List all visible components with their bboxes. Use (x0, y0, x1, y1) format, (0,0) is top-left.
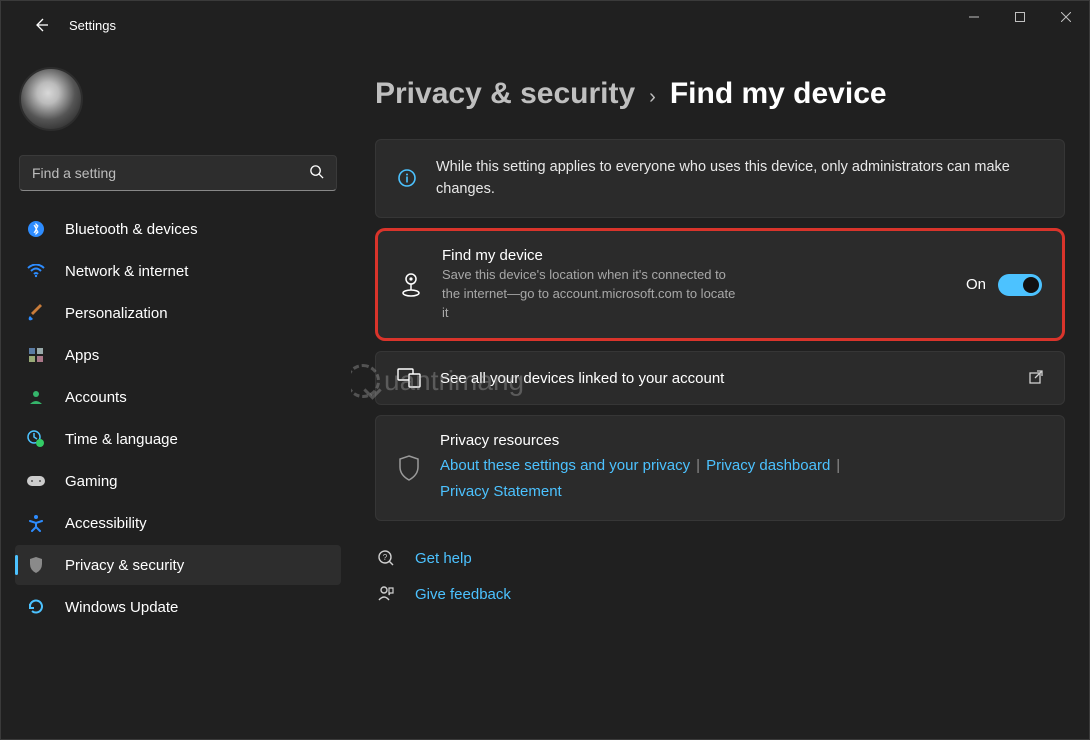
gamepad-icon (25, 470, 47, 492)
content-area: Privacy & security › Find my device Whil… (351, 49, 1089, 739)
find-my-device-toggle[interactable] (998, 274, 1042, 296)
sidebar-item-label: Apps (65, 347, 99, 364)
link-privacy-dashboard[interactable]: Privacy dashboard (706, 457, 830, 474)
sidebar-item-accessibility[interactable]: Accessibility (15, 503, 341, 543)
bluetooth-icon (25, 218, 47, 240)
sidebar-item-windows-update[interactable]: Windows Update (15, 587, 341, 627)
titlebar: Settings (1, 1, 1089, 49)
arrow-left-icon (33, 17, 49, 33)
clock-globe-icon (25, 428, 47, 450)
close-icon (1061, 12, 1071, 22)
sidebar: Bluetooth & devices Network & internet P… (1, 49, 351, 739)
back-button[interactable] (21, 5, 61, 45)
sidebar-item-label: Time & language (65, 431, 178, 448)
minimize-button[interactable] (951, 1, 997, 33)
privacy-resources-title: Privacy resources (440, 432, 1044, 449)
external-link-icon (1028, 369, 1044, 388)
help-icon: ? (375, 549, 397, 567)
get-help-label: Get help (415, 550, 472, 567)
paintbrush-icon (25, 302, 47, 324)
sidebar-item-personalization[interactable]: Personalization (15, 293, 341, 333)
sidebar-item-label: Personalization (65, 305, 168, 322)
wifi-icon (25, 260, 47, 282)
info-icon (396, 167, 418, 189)
privacy-resources-card: Privacy resources About these settings a… (375, 415, 1065, 521)
sidebar-item-apps[interactable]: Apps (15, 335, 341, 375)
breadcrumb: Privacy & security › Find my device (375, 77, 1065, 111)
linked-devices-label: See all your devices linked to your acco… (440, 370, 1010, 387)
sidebar-item-time-language[interactable]: Time & language (15, 419, 341, 459)
maximize-icon (1015, 12, 1025, 22)
give-feedback-link[interactable]: Give feedback (375, 585, 1065, 603)
setting-description: Save this device's location when it's co… (442, 266, 742, 323)
page-title: Find my device (670, 77, 887, 111)
info-text: While this setting applies to everyone w… (436, 156, 1044, 201)
maximize-button[interactable] (997, 1, 1043, 33)
find-my-device-row: Find my device Save this device's locati… (375, 228, 1065, 342)
svg-text:?: ? (383, 553, 388, 562)
minimize-icon (969, 12, 979, 22)
app-title: Settings (69, 18, 116, 33)
search-input[interactable] (32, 165, 309, 181)
shield-icon (25, 554, 47, 576)
location-pin-icon (398, 272, 424, 298)
sidebar-item-label: Gaming (65, 473, 118, 490)
link-about-settings-privacy[interactable]: About these settings and your privacy (440, 457, 690, 474)
avatar (19, 67, 83, 131)
sidebar-item-label: Accessibility (65, 515, 147, 532)
privacy-resources-links: About these settings and your privacy|Pr… (440, 453, 1044, 504)
chevron-right-icon: › (649, 86, 656, 109)
setting-title: Find my device (442, 247, 948, 264)
linked-devices-row[interactable]: See all your devices linked to your acco… (375, 351, 1065, 405)
breadcrumb-parent[interactable]: Privacy & security (375, 77, 635, 111)
close-button[interactable] (1043, 1, 1089, 33)
sidebar-item-gaming[interactable]: Gaming (15, 461, 341, 501)
person-icon (25, 386, 47, 408)
sidebar-item-network-internet[interactable]: Network & internet (15, 251, 341, 291)
info-banner: While this setting applies to everyone w… (375, 139, 1065, 218)
toggle-state-label: On (966, 276, 986, 293)
footer-links: ? Get help Give feedback (375, 549, 1065, 603)
sidebar-item-privacy-security[interactable]: Privacy & security (15, 545, 341, 585)
sidebar-item-label: Windows Update (65, 599, 178, 616)
search-box[interactable] (19, 155, 337, 191)
sidebar-item-label: Bluetooth & devices (65, 221, 198, 238)
profile-block[interactable] (13, 61, 343, 147)
sidebar-item-accounts[interactable]: Accounts (15, 377, 341, 417)
nav-list: Bluetooth & devices Network & internet P… (13, 209, 343, 627)
window-controls (951, 1, 1089, 49)
feedback-icon (375, 585, 397, 603)
link-privacy-statement[interactable]: Privacy Statement (440, 483, 562, 500)
devices-icon (396, 368, 422, 388)
sidebar-item-label: Network & internet (65, 263, 188, 280)
apps-icon (25, 344, 47, 366)
accessibility-icon (25, 512, 47, 534)
sidebar-item-label: Privacy & security (65, 557, 184, 574)
give-feedback-label: Give feedback (415, 586, 511, 603)
shield-outline-icon (396, 455, 422, 481)
sidebar-item-label: Accounts (65, 389, 127, 406)
get-help-link[interactable]: ? Get help (375, 549, 1065, 567)
sidebar-item-bluetooth-devices[interactable]: Bluetooth & devices (15, 209, 341, 249)
update-icon (25, 596, 47, 618)
search-icon (309, 164, 324, 182)
